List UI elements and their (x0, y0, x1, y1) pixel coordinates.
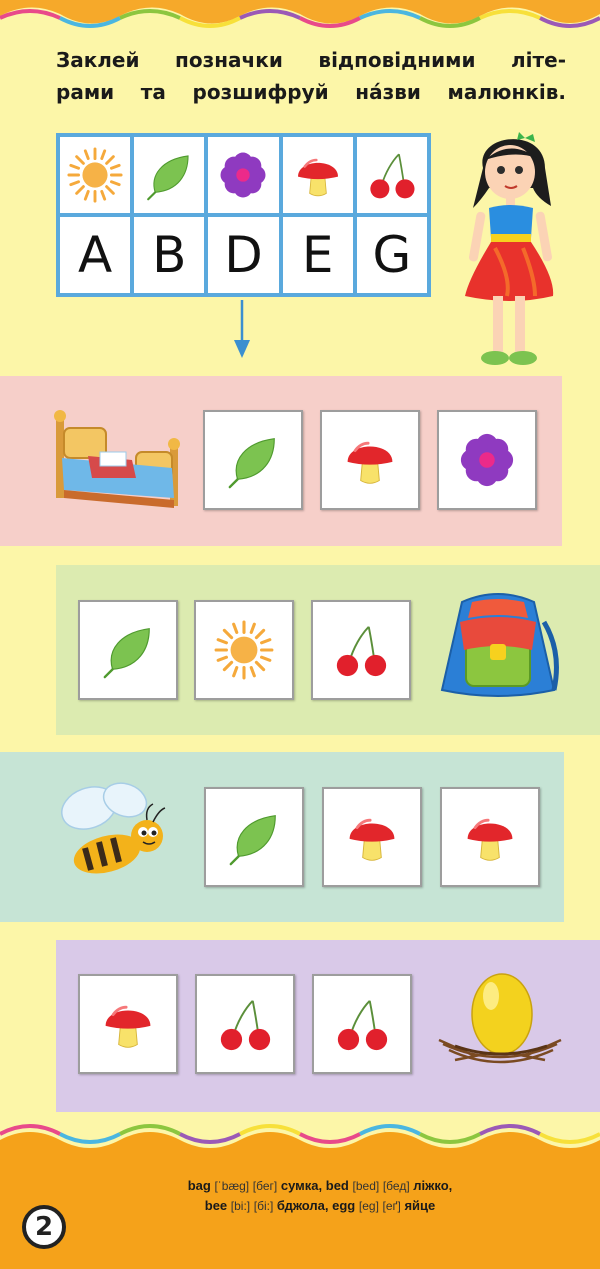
key-cell-cherry (354, 135, 429, 215)
key-letter: G (372, 226, 412, 284)
vocabulary-line-1: bag [ˈbæg] [бег] сумка, bed [bed] [бед] … (187, 1178, 453, 1193)
cherry-icon (333, 995, 391, 1053)
vocab-word: bee (204, 1198, 228, 1213)
puzzle-tile (203, 410, 303, 510)
puzzle-tile (194, 600, 294, 700)
cherry-icon (216, 995, 274, 1053)
key-letter: B (152, 226, 187, 284)
leaf-icon (225, 808, 283, 866)
key-letter-cell: G (354, 215, 429, 295)
down-arrow-icon (234, 300, 250, 358)
cherry-icon (332, 621, 390, 679)
key-cell-leaf (132, 135, 207, 215)
vocab-word: bed (325, 1178, 349, 1193)
flower-icon (218, 150, 268, 200)
vocabulary-line-2: bee [bi:] [бі:] бджола, egg [eg] [еґ] яй… (204, 1198, 436, 1213)
puzzle-tile (320, 410, 420, 510)
vocab-translation: сумка (280, 1178, 319, 1193)
task-instruction: Заклей позначки відповідними літе- рами … (56, 44, 566, 108)
key-letter: A (77, 226, 113, 284)
leaf-icon (224, 431, 282, 489)
top-wave-decoration (0, 0, 600, 28)
instruction-line-1: Заклей позначки відповідними літе- (56, 48, 566, 72)
puzzle-tile (322, 787, 422, 887)
vocab-reading: [бед] (382, 1179, 410, 1193)
key-cell-sun (58, 135, 133, 215)
vocab-word: egg (332, 1198, 356, 1213)
vocab-reading: [бі:] (253, 1199, 274, 1213)
vocab-reading: [бег] (252, 1179, 278, 1193)
bed-picture (54, 410, 180, 508)
vocab-translation: бджола (276, 1198, 325, 1213)
instruction-line-2: рами та розшифруй на́зви малюнків. (56, 80, 566, 104)
key-letter-cell: E (280, 215, 355, 295)
vocabulary-list: bag [ˈbæg] [бег] сумка, bed [bed] [бед] … (100, 1176, 540, 1216)
puzzle-tile (312, 974, 412, 1074)
puzzle-tile (311, 600, 411, 700)
vocab-reading: [еґ] (382, 1199, 401, 1213)
vocab-word: bag (187, 1178, 211, 1193)
vocab-transcription: [ˈbæg] (214, 1179, 250, 1193)
key-cell-flower (206, 135, 281, 215)
key-cell-mushroom (280, 135, 355, 215)
cipher-key-table: A B D E G (56, 133, 431, 297)
puzzle-tile (195, 974, 295, 1074)
puzzle-tile (440, 787, 540, 887)
bag-picture (440, 593, 559, 697)
mushroom-icon (293, 150, 343, 200)
key-letter: E (301, 226, 334, 284)
leaf-icon (99, 621, 157, 679)
puzzle-tile (78, 600, 178, 700)
key-letter-cell: D (206, 215, 281, 295)
mushroom-icon (100, 996, 156, 1052)
vocab-transcription: [bed] (352, 1179, 380, 1193)
page-number: 2 (22, 1205, 66, 1249)
mushroom-icon (342, 432, 398, 488)
cherry-icon (366, 149, 418, 201)
girl-illustration (465, 132, 554, 365)
vocab-transcription: [bi:] (230, 1199, 251, 1213)
key-letter-cell: B (132, 215, 207, 295)
key-letter-cell: A (58, 215, 133, 295)
puzzle-tile (437, 410, 537, 510)
sun-icon (213, 619, 275, 681)
puzzle-tile (204, 787, 304, 887)
vocab-transcription: [eg] (358, 1199, 379, 1213)
mushroom-icon (344, 809, 400, 865)
bee-picture (61, 782, 166, 874)
vocab-translation: ліжко (413, 1178, 449, 1193)
vocab-translation: яйце (404, 1198, 436, 1213)
puzzle-tile (78, 974, 178, 1074)
egg-picture (438, 973, 562, 1064)
flower-icon (458, 431, 516, 489)
sun-icon (66, 146, 124, 204)
mushroom-icon (462, 809, 518, 865)
leaf-icon (143, 149, 195, 201)
key-letter: D (224, 226, 263, 284)
